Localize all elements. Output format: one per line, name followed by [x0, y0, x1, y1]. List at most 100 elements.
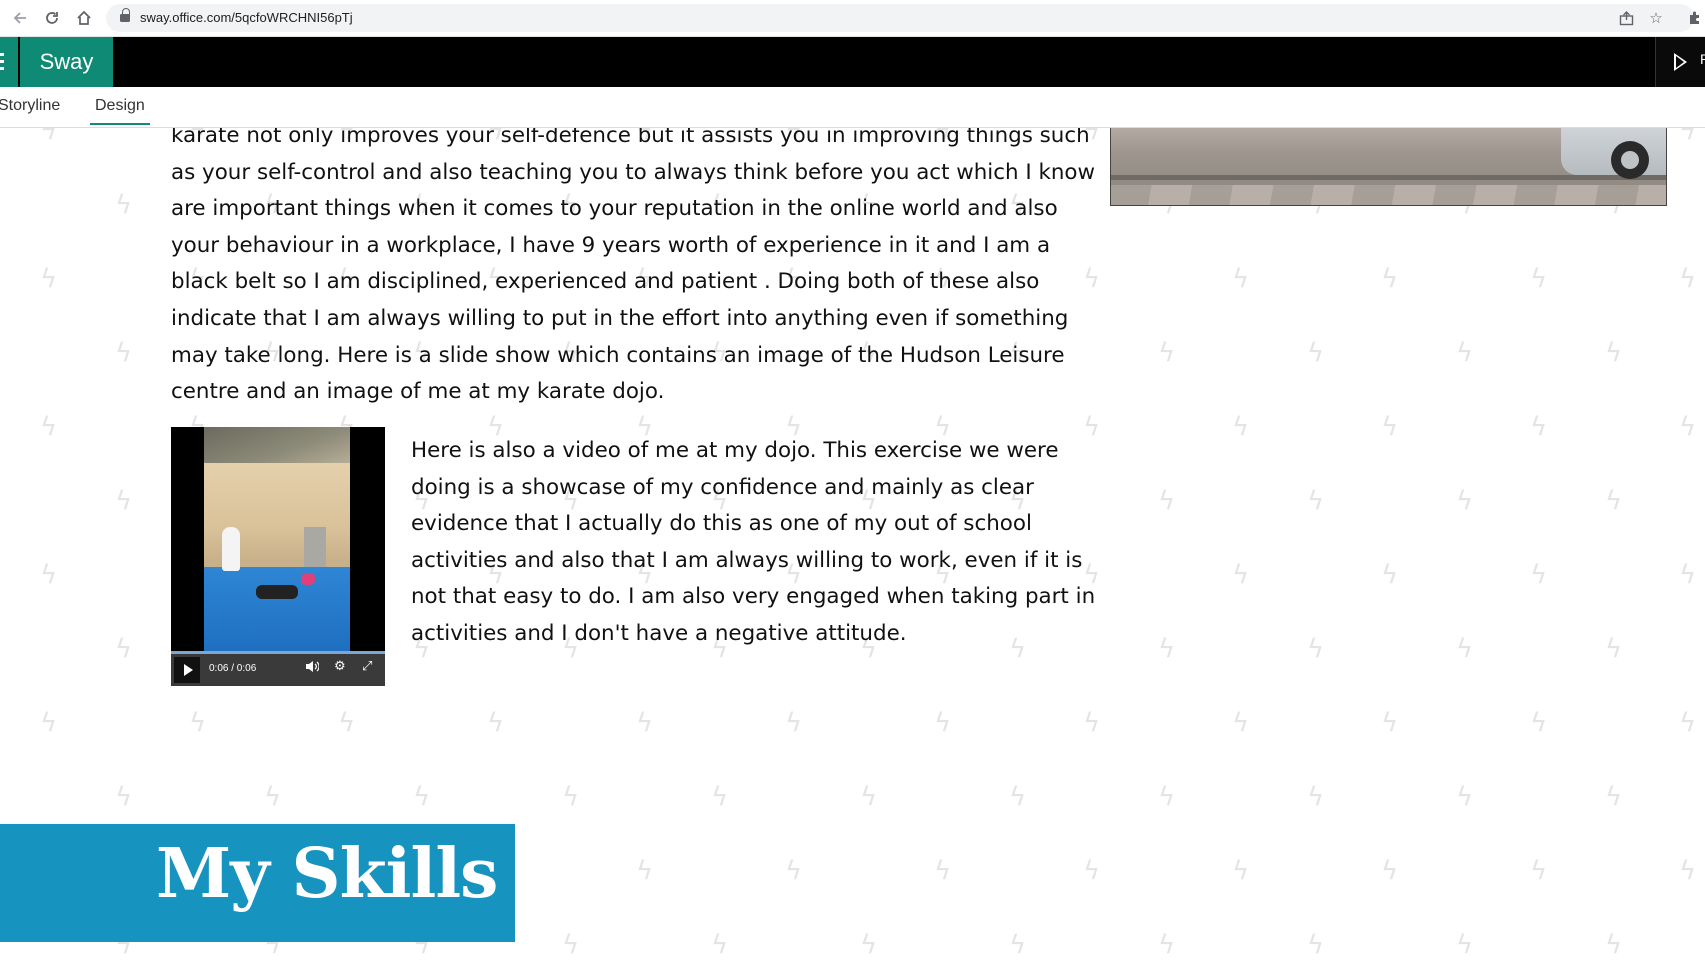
- video-player[interactable]: 0:06 / 0:06 ⚙ ⤢: [171, 427, 385, 686]
- play-icon: [1674, 53, 1687, 71]
- section-title: My Skills: [156, 834, 498, 914]
- url-text[interactable]: sway.office.com/5qcfoWRCHNI56pTj: [140, 10, 353, 25]
- lightning-pattern-icon: ϟ: [487, 708, 505, 738]
- extensions-icon[interactable]: [1683, 6, 1705, 30]
- lightning-pattern-icon: ϟ: [338, 708, 356, 738]
- slideshow-image[interactable]: [1110, 128, 1667, 206]
- lightning-pattern-icon: ϟ: [1158, 634, 1176, 664]
- lightning-pattern-icon: ϟ: [785, 856, 803, 886]
- lightning-pattern-icon: ϟ: [860, 782, 878, 812]
- lightning-pattern-icon: ϟ: [40, 412, 58, 442]
- lightning-pattern-icon: ϟ: [934, 856, 952, 886]
- lightning-pattern-icon: ϟ: [115, 190, 133, 220]
- sway-app-header: Sway P: [0, 37, 1705, 87]
- lightning-pattern-icon: ϟ: [1605, 486, 1623, 516]
- lightning-pattern-icon: ϟ: [1530, 708, 1548, 738]
- lightning-pattern-icon: ϟ: [40, 560, 58, 590]
- lightning-pattern-icon: ϟ: [1456, 338, 1474, 368]
- lightning-pattern-icon: ϟ: [1456, 634, 1474, 664]
- home-icon[interactable]: [72, 6, 96, 30]
- editor-tabs: Storyline Design: [0, 87, 1705, 128]
- lightning-pattern-icon: ϟ: [1530, 412, 1548, 442]
- lightning-pattern-icon: ϟ: [1605, 782, 1623, 812]
- browser-toolbar: sway.office.com/5qcfoWRCHNI56pTj ☆: [0, 0, 1705, 37]
- lock-icon[interactable]: [120, 8, 130, 22]
- lightning-pattern-icon: ϟ: [1158, 486, 1176, 516]
- video-play-button[interactable]: [174, 657, 200, 683]
- lightning-pattern-icon: ϟ: [1083, 708, 1101, 738]
- lightning-pattern-icon: ϟ: [1456, 930, 1474, 960]
- lightning-pattern-icon: ϟ: [115, 486, 133, 516]
- lightning-pattern-icon: ϟ: [1307, 782, 1325, 812]
- video-controls: 0:06 / 0:06 ⚙ ⤢: [171, 654, 385, 686]
- lightning-pattern-icon: ϟ: [189, 708, 207, 738]
- lightning-pattern-icon: ϟ: [1307, 338, 1325, 368]
- lightning-pattern-icon: ϟ: [40, 128, 58, 146]
- lightning-pattern-icon: ϟ: [636, 708, 654, 738]
- lightning-pattern-icon: ϟ: [115, 782, 133, 812]
- lightning-pattern-icon: ϟ: [785, 708, 803, 738]
- share-icon[interactable]: [1616, 8, 1636, 28]
- lightning-pattern-icon: ϟ: [1381, 412, 1399, 442]
- menu-icon[interactable]: [0, 37, 18, 87]
- lightning-pattern-icon: ϟ: [636, 856, 654, 886]
- lightning-pattern-icon: ϟ: [1381, 560, 1399, 590]
- tab-storyline[interactable]: Storyline: [0, 97, 60, 115]
- lightning-pattern-icon: ϟ: [1456, 486, 1474, 516]
- lightning-pattern-icon: ϟ: [40, 264, 58, 294]
- lightning-pattern-icon: ϟ: [1232, 856, 1250, 886]
- lightning-pattern-icon: ϟ: [1679, 264, 1697, 294]
- lightning-pattern-icon: ϟ: [1158, 782, 1176, 812]
- lightning-pattern-icon: ϟ: [1530, 856, 1548, 886]
- reload-icon[interactable]: [40, 6, 64, 30]
- lightning-pattern-icon: ϟ: [1158, 338, 1176, 368]
- lightning-pattern-icon: ϟ: [115, 338, 133, 368]
- lightning-pattern-icon: ϟ: [1679, 560, 1697, 590]
- lightning-pattern-icon: ϟ: [1605, 634, 1623, 664]
- lightning-pattern-icon: ϟ: [1083, 856, 1101, 886]
- paragraph-karate: karate not only improves your self-defen…: [171, 128, 1096, 405]
- star-icon[interactable]: ☆: [1646, 8, 1666, 28]
- lightning-pattern-icon: ϟ: [1009, 782, 1027, 812]
- lightning-pattern-icon: ϟ: [860, 930, 878, 960]
- lightning-pattern-icon: ϟ: [1456, 782, 1474, 812]
- lightning-pattern-icon: ϟ: [1530, 560, 1548, 590]
- lightning-pattern-icon: ϟ: [1307, 930, 1325, 960]
- lightning-pattern-icon: ϟ: [1009, 930, 1027, 960]
- lightning-pattern-icon: ϟ: [1381, 856, 1399, 886]
- fullscreen-icon[interactable]: ⤢: [362, 660, 372, 673]
- lightning-pattern-icon: ϟ: [1307, 634, 1325, 664]
- lightning-pattern-icon: ϟ: [711, 930, 729, 960]
- play-button[interactable]: P: [1655, 37, 1705, 87]
- video-frame[interactable]: [204, 427, 350, 651]
- sway-canvas: ϟ ϟ ϟ ϟ ϟ ϟ ϟ ϟ ϟ ϟ ϟ ϟ ϟ ϟ ϟ ϟ ϟ ϟ ϟ ϟ ϟ ϟ ϟ ϟ ϟ ϟ ϟ ϟ ϟ ϟ ϟ ϟ ϟ ϟ ϟ ϟ ϟ ϟ ϟ ϟ…: [0, 128, 1705, 973]
- lightning-pattern-icon: ϟ: [1679, 128, 1697, 146]
- lightning-pattern-icon: ϟ: [934, 708, 952, 738]
- lightning-pattern-icon: ϟ: [1381, 708, 1399, 738]
- lightning-pattern-icon: ϟ: [562, 930, 580, 960]
- address-bar[interactable]: sway.office.com/5qcfoWRCHNI56pTj ☆: [106, 4, 1694, 32]
- lightning-pattern-icon: ϟ: [1679, 856, 1697, 886]
- lightning-pattern-icon: ϟ: [1530, 264, 1548, 294]
- back-arrow-icon[interactable]: [8, 6, 32, 30]
- lightning-pattern-icon: ϟ: [40, 708, 58, 738]
- section-heading-banner: My Skills: [0, 824, 515, 942]
- lightning-pattern-icon: ϟ: [1232, 264, 1250, 294]
- lightning-pattern-icon: ϟ: [264, 782, 282, 812]
- lightning-pattern-icon: ϟ: [1679, 412, 1697, 442]
- lightning-pattern-icon: ϟ: [413, 782, 431, 812]
- paragraph-video: Here is also a video of me at my dojo. T…: [411, 438, 1096, 646]
- lightning-pattern-icon: ϟ: [1158, 930, 1176, 960]
- volume-icon[interactable]: [305, 660, 320, 676]
- lightning-pattern-icon: ϟ: [1307, 486, 1325, 516]
- lightning-pattern-icon: ϟ: [115, 634, 133, 664]
- app-name[interactable]: Sway: [20, 37, 113, 87]
- play-button-label: P: [1700, 51, 1705, 67]
- lightning-pattern-icon: ϟ: [711, 782, 729, 812]
- tab-design[interactable]: Design: [90, 97, 150, 125]
- lightning-pattern-icon: ϟ: [1232, 708, 1250, 738]
- lightning-pattern-icon: ϟ: [1232, 412, 1250, 442]
- lightning-pattern-icon: ϟ: [1232, 560, 1250, 590]
- lightning-pattern-icon: ϟ: [562, 782, 580, 812]
- settings-gear-icon[interactable]: ⚙: [334, 660, 346, 673]
